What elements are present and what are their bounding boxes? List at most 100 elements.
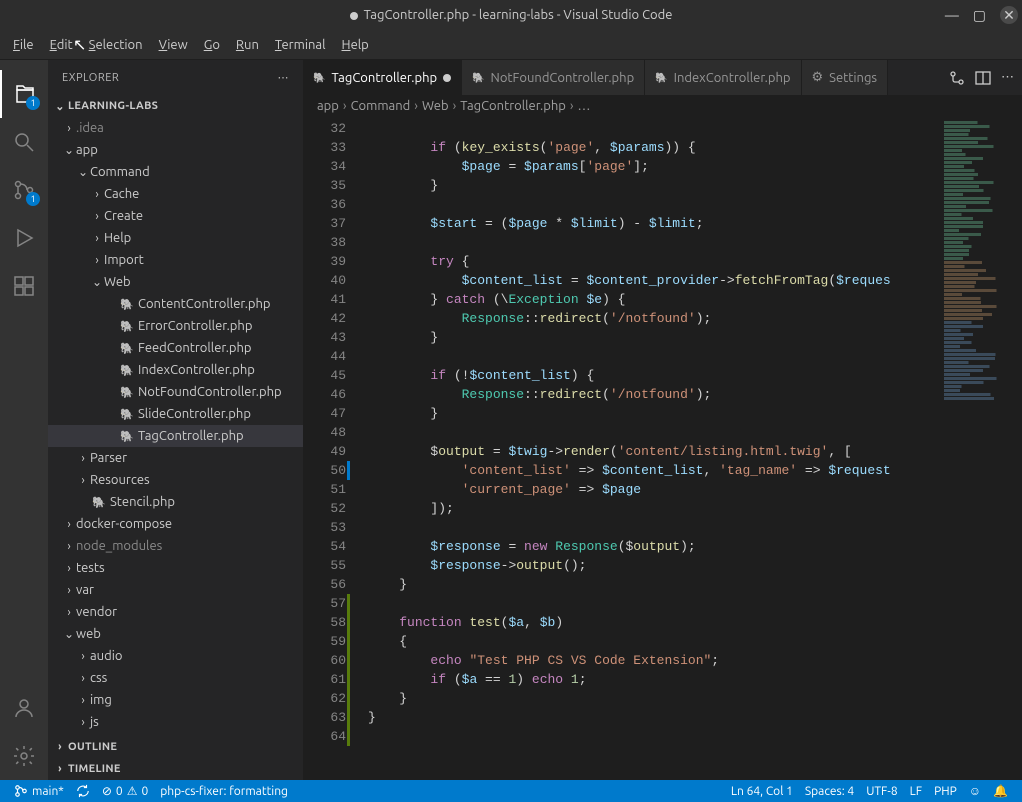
php-file-icon: 🐘 — [118, 430, 136, 443]
folder-Create[interactable]: ›Create — [48, 205, 303, 227]
folder-js[interactable]: ›js — [48, 711, 303, 733]
minimize-button[interactable]: — — [945, 7, 959, 23]
tab-label: IndexController.php — [674, 71, 791, 85]
activity-source-control[interactable]: 1 — [0, 166, 48, 214]
menu-go[interactable]: Go — [196, 34, 228, 56]
status-feedback-icon[interactable]: ☺ — [963, 784, 987, 798]
file-NotFoundController.php[interactable]: 🐘NotFoundController.php — [48, 381, 303, 403]
file-Stencil.php[interactable]: 🐘Stencil.php — [48, 491, 303, 513]
folder-docker-compose[interactable]: ›docker-compose — [48, 513, 303, 535]
tree-item-label: Cache — [104, 187, 139, 201]
editor-code[interactable]: if (key_exists('page', $params)) { $page… — [358, 117, 942, 780]
folder-vendor[interactable]: ›vendor — [48, 601, 303, 623]
tree-item-label: SlideController.php — [138, 407, 251, 421]
folder-Web[interactable]: ⌄Web — [48, 271, 303, 293]
activity-explorer[interactable]: 1 — [0, 70, 48, 118]
folder-Help[interactable]: ›Help — [48, 227, 303, 249]
tab-tagcontroller-php[interactable]: 🐘TagController.php — [303, 60, 462, 95]
file-SlideController.php[interactable]: 🐘SlideController.php — [48, 403, 303, 425]
status-encoding[interactable]: UTF-8 — [860, 784, 903, 798]
php-file-icon: 🐘 — [655, 72, 667, 84]
maximize-button[interactable]: ▢ — [973, 7, 986, 24]
menu-selection[interactable]: Selection — [81, 34, 151, 56]
sidebar-project-header[interactable]: ⌄LEARNING-LABS — [48, 95, 303, 117]
folder-app[interactable]: ⌄app — [48, 139, 303, 161]
activity-extensions[interactable] — [0, 262, 48, 310]
minimap[interactable] — [942, 117, 1022, 780]
sidebar-outline[interactable]: ›OUTLINE — [48, 736, 303, 758]
menu-terminal[interactable]: Terminal — [267, 34, 334, 56]
status-sync[interactable] — [70, 784, 96, 798]
menu-help[interactable]: Help — [334, 34, 377, 56]
breadcrumb-segment[interactable]: TagController.php — [460, 99, 566, 113]
folder-css[interactable]: ›css — [48, 667, 303, 689]
split-editor-icon[interactable] — [975, 70, 991, 86]
status-formatter[interactable]: php-cs-fixer: formatting — [154, 785, 294, 798]
tree-item-label: Resources — [90, 473, 150, 487]
status-indentation[interactable]: Spaces: 4 — [799, 784, 860, 798]
file-ErrorController.php[interactable]: 🐘ErrorController.php — [48, 315, 303, 337]
status-cursor-position[interactable]: Ln 64, Col 1 — [725, 784, 799, 798]
breadcrumbs[interactable]: app›Command›Web›TagController.php›… — [303, 95, 1022, 117]
activity-search[interactable] — [0, 118, 48, 166]
folder-web[interactable]: ⌄web — [48, 623, 303, 645]
modified-dot-icon — [443, 74, 451, 82]
php-file-icon: 🐘 — [118, 342, 136, 355]
status-branch[interactable]: main* — [8, 784, 70, 798]
folder-Parser[interactable]: ›Parser — [48, 447, 303, 469]
activity-run-debug[interactable] — [0, 214, 48, 262]
tree-item-label: FeedController.php — [138, 341, 252, 355]
folder-var[interactable]: ›var — [48, 579, 303, 601]
php-file-icon: 🐘 — [118, 364, 136, 377]
compare-changes-icon[interactable] — [949, 70, 965, 86]
tree-item-label: ErrorController.php — [138, 319, 252, 333]
editor-gutter: 3233343536373839404142434445464748495051… — [303, 117, 358, 780]
php-file-icon: 🐘 — [118, 320, 136, 333]
tree-item-label: img — [90, 693, 112, 707]
sidebar-more-icon[interactable]: ⋯ — [278, 71, 290, 84]
more-actions-icon[interactable]: ⋯ — [1001, 70, 1014, 85]
tab-indexcontroller-php[interactable]: 🐘 IndexController.php — [645, 60, 801, 95]
tab-notfoundcontroller-php[interactable]: 🐘NotFoundController.php — [462, 60, 645, 95]
file-TagController.php[interactable]: 🐘TagController.php — [48, 425, 303, 447]
php-file-icon: 🐘 — [313, 72, 325, 84]
tree-item-label: css — [90, 671, 107, 685]
tab-settings[interactable]: ⚙Settings — [802, 60, 889, 95]
menu-file[interactable]: File — [5, 34, 42, 56]
folder-node_modules[interactable]: ›node_modules — [48, 535, 303, 557]
status-problems[interactable]: ⊘0 ⚠0 — [96, 784, 154, 798]
status-notifications-icon[interactable]: 🔔 — [987, 784, 1014, 798]
explorer-badge: 1 — [26, 96, 40, 110]
activity-bar: 1 1 — [0, 60, 48, 780]
tree-item-label: audio — [90, 649, 122, 663]
status-language[interactable]: PHP — [928, 784, 963, 798]
tree-item-label: Create — [104, 209, 143, 223]
folder-audio[interactable]: ›audio — [48, 645, 303, 667]
file-IndexController.php[interactable]: 🐘IndexController.php — [48, 359, 303, 381]
status-eol[interactable]: LF — [904, 784, 928, 798]
file-FeedController.php[interactable]: 🐘FeedController.php — [48, 337, 303, 359]
breadcrumb-segment[interactable]: Command — [351, 99, 411, 113]
menubar: FileEditSelectionViewGoRunTerminalHelp — [0, 30, 1022, 60]
folder-Command[interactable]: ⌄Command — [48, 161, 303, 183]
breadcrumb-segment[interactable]: … — [578, 99, 591, 113]
scm-badge: 1 — [26, 192, 40, 206]
activity-accounts[interactable] — [0, 684, 48, 732]
folder-img[interactable]: ›img — [48, 689, 303, 711]
menu-run[interactable]: Run — [228, 34, 267, 56]
sidebar-timeline[interactable]: ›TIMELINE — [48, 758, 303, 780]
activity-settings[interactable] — [0, 732, 48, 780]
sidebar: EXPLORER ⋯ ⌄LEARNING-LABS ›.idea⌄app⌄Com… — [48, 60, 303, 780]
menu-view[interactable]: View — [151, 34, 196, 56]
folder-Import[interactable]: ›Import — [48, 249, 303, 271]
file-ContentController.php[interactable]: 🐘ContentController.php — [48, 293, 303, 315]
folder-tests[interactable]: ›tests — [48, 557, 303, 579]
menu-edit[interactable]: Edit — [42, 34, 81, 56]
folder-Cache[interactable]: ›Cache — [48, 183, 303, 205]
breadcrumb-segment[interactable]: Web — [422, 99, 449, 113]
close-button[interactable]: ✕ — [1000, 6, 1018, 24]
tree-item-label: node_modules — [76, 539, 162, 553]
folder-.idea[interactable]: ›.idea — [48, 117, 303, 139]
folder-Resources[interactable]: ›Resources — [48, 469, 303, 491]
breadcrumb-segment[interactable]: app — [317, 99, 339, 113]
